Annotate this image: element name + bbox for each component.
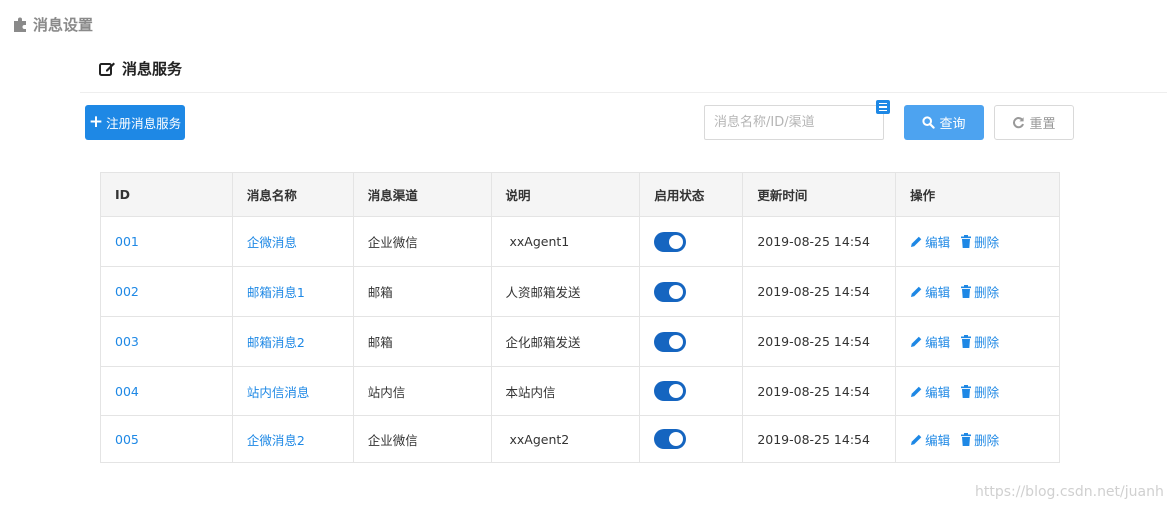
delete-label: 删除 — [974, 285, 1000, 300]
table-row: 005 企微消息2 企业微信 xxAgent2 2019-08-25 14:54… — [100, 415, 1060, 463]
plus-icon: + — [88, 112, 104, 132]
watermark: https://blog.csdn.net/juanh — [975, 484, 1164, 500]
edit-label: 编辑 — [925, 235, 951, 250]
row-channel: 企业微信 — [352, 216, 492, 267]
table-header-row: ID 消息名称 消息渠道 说明 启用状态 更新时间 操作 — [100, 172, 1060, 217]
row-id-link[interactable]: 005 — [115, 432, 139, 447]
table-row: 004 站内信消息 站内信 本站内信 2019-08-25 14:54 编辑 删… — [100, 366, 1060, 416]
add-message-service-button[interactable]: + 注册消息服务 — [85, 105, 185, 140]
delete-link[interactable]: 删除 — [960, 332, 999, 351]
row-updated-time: 2019-08-25 14:54 — [742, 316, 897, 367]
column-header-description[interactable]: 说明 — [490, 172, 641, 217]
row-name-link[interactable]: 企微消息2 — [247, 433, 305, 448]
column-header-id[interactable]: ID — [100, 172, 233, 217]
column-header-channel[interactable]: 消息渠道 — [352, 172, 492, 217]
row-updated-time: 2019-08-25 14:54 — [742, 415, 897, 463]
delete-label: 删除 — [974, 384, 1000, 400]
row-description: xxAgent2 — [490, 415, 641, 463]
delete-label: 删除 — [974, 335, 1000, 350]
edit-link[interactable]: 编辑 — [910, 382, 950, 401]
pencil-icon — [911, 236, 922, 247]
row-id-link[interactable]: 002 — [115, 284, 139, 299]
column-header-updated[interactable]: 更新时间 — [742, 172, 897, 217]
edit-label: 编辑 — [925, 335, 951, 350]
query-button[interactable]: 查询 — [904, 105, 984, 140]
row-channel: 邮箱 — [352, 266, 492, 317]
pencil-icon — [911, 336, 922, 347]
enabled-toggle[interactable] — [654, 281, 687, 302]
enabled-toggle[interactable] — [654, 381, 687, 401]
row-updated-time: 2019-08-25 14:54 — [742, 216, 897, 267]
delete-label: 删除 — [974, 235, 1000, 250]
trash-icon — [961, 384, 972, 398]
edit-link[interactable]: 编辑 — [910, 232, 950, 251]
row-id-link[interactable]: 001 — [115, 234, 139, 249]
pencil-icon — [911, 386, 922, 397]
section-title-text: 消息服务 — [122, 60, 183, 78]
row-updated-time: 2019-08-25 14:54 — [742, 366, 897, 416]
edit-link[interactable]: 编辑 — [910, 282, 950, 301]
edit-link[interactable]: 编辑 — [910, 332, 950, 351]
row-channel: 邮箱 — [352, 316, 492, 367]
edit-link[interactable]: 编辑 — [910, 430, 950, 449]
column-header-name[interactable]: 消息名称 — [231, 172, 354, 217]
row-name-link[interactable]: 站内信消息 — [247, 385, 310, 400]
column-header-actions: 操作 — [895, 172, 1060, 217]
delete-link[interactable]: 删除 — [960, 430, 999, 449]
search-input[interactable] — [704, 105, 884, 140]
delete-link[interactable]: 删除 — [960, 382, 999, 401]
search-icon — [922, 116, 936, 129]
enabled-toggle[interactable] — [654, 331, 687, 352]
row-description: 人资邮箱发送 — [490, 266, 641, 317]
refresh-icon — [1013, 117, 1025, 129]
trash-icon — [961, 235, 972, 248]
message-service-table: ID 消息名称 消息渠道 说明 启用状态 更新时间 操作 001 企微消息 企业… — [100, 172, 1060, 463]
list-icon[interactable] — [876, 100, 890, 114]
row-id-link[interactable]: 004 — [115, 384, 139, 399]
row-id-link[interactable]: 003 — [115, 334, 139, 349]
trash-icon — [961, 285, 972, 298]
enabled-toggle[interactable] — [654, 231, 687, 252]
row-description: 企化邮箱发送 — [490, 316, 641, 367]
row-channel: 企业微信 — [352, 415, 492, 463]
edit-label: 编辑 — [925, 432, 951, 448]
column-header-status[interactable]: 启用状态 — [639, 172, 744, 217]
row-channel: 站内信 — [352, 366, 492, 416]
section-divider — [80, 92, 1167, 93]
row-updated-time: 2019-08-25 14:54 — [742, 266, 897, 317]
delete-link[interactable]: 删除 — [960, 282, 999, 301]
edit-label: 编辑 — [925, 384, 951, 400]
pencil-icon — [911, 434, 922, 445]
page-title: 消息设置 — [12, 14, 93, 35]
delete-label: 删除 — [974, 432, 1000, 448]
row-name-link[interactable]: 企微消息 — [247, 235, 297, 250]
table-row: 002 邮箱消息1 邮箱 人资邮箱发送 2019-08-25 14:54 编辑 … — [100, 266, 1060, 317]
row-description: 本站内信 — [490, 366, 641, 416]
table-row: 001 企微消息 企业微信 xxAgent1 2019-08-25 14:54 … — [100, 216, 1060, 267]
edit-label: 编辑 — [925, 285, 951, 300]
row-name-link[interactable]: 邮箱消息1 — [247, 285, 305, 300]
table-row: 003 邮箱消息2 邮箱 企化邮箱发送 2019-08-25 14:54 编辑 … — [100, 316, 1060, 367]
edit-square-icon — [99, 62, 115, 76]
section-title: 消息服务 — [99, 58, 182, 79]
pencil-icon — [911, 286, 922, 297]
query-button-label: 查询 — [939, 117, 966, 132]
trash-icon — [961, 335, 972, 348]
puzzle-icon — [14, 17, 26, 32]
add-button-label: 注册消息服务 — [106, 116, 182, 131]
reset-button-label: 重置 — [1029, 117, 1056, 132]
page-title-text: 消息设置 — [33, 16, 94, 34]
row-name-link[interactable]: 邮箱消息2 — [247, 335, 305, 350]
row-description: xxAgent1 — [490, 216, 641, 267]
delete-link[interactable]: 删除 — [960, 232, 999, 251]
trash-icon — [961, 432, 972, 446]
enabled-toggle[interactable] — [654, 429, 687, 449]
reset-button[interactable]: 重置 — [994, 105, 1074, 140]
